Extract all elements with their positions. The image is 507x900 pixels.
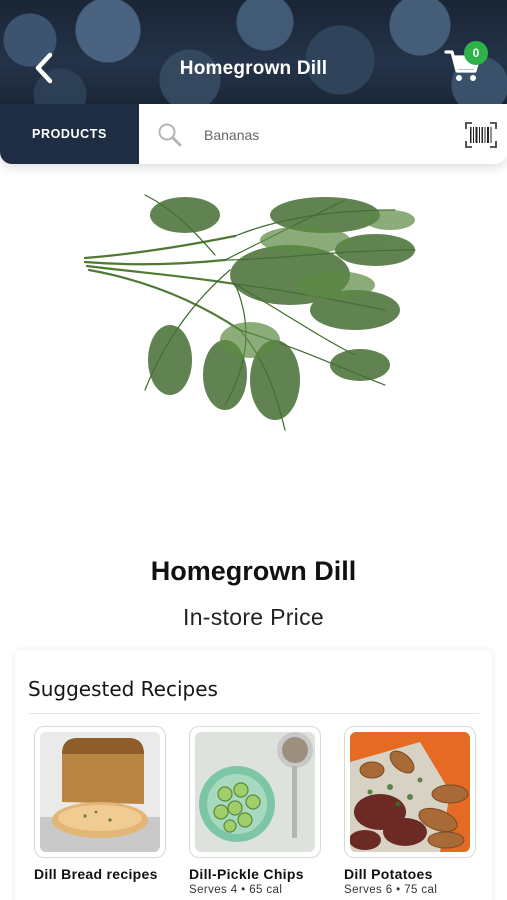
products-tab[interactable]: PRODUCTS bbox=[0, 104, 139, 164]
bread-image bbox=[40, 732, 160, 852]
recipe-thumbnail bbox=[189, 726, 321, 858]
recipe-card-dill-potatoes[interactable]: Dill Potatoes Serves 6 • 75 cal bbox=[344, 726, 478, 896]
cart-count-badge: 0 bbox=[464, 41, 488, 65]
recipe-card-dill-bread[interactable]: Dill Bread recipes bbox=[34, 726, 168, 884]
search-icon bbox=[158, 123, 182, 147]
product-image bbox=[83, 194, 416, 431]
recipe-thumbnail bbox=[34, 726, 166, 858]
product-name: Homegrown Dill bbox=[150, 556, 357, 586]
recipe-name: Dill Potatoes bbox=[344, 866, 433, 882]
recipe-meta: Serves 6 • 75 cal bbox=[344, 884, 438, 896]
pickle-chips-image bbox=[195, 732, 315, 852]
recipe-name: Dill Bread recipes bbox=[34, 866, 158, 882]
back-button[interactable] bbox=[30, 50, 60, 86]
divider bbox=[28, 713, 479, 714]
price-label: In-store Price bbox=[183, 604, 324, 630]
recipe-name: Dill-Pickle Chips bbox=[189, 866, 304, 882]
search-bar: PRODUCTS bbox=[0, 104, 507, 164]
search-input[interactable] bbox=[204, 124, 444, 146]
page-title: Homegrown Dill bbox=[179, 58, 328, 79]
recipe-thumbnail bbox=[344, 726, 476, 858]
suggested-recipes-card: Suggested Recipes Dill Bread recipes Dil… bbox=[15, 650, 492, 900]
chevron-left-icon bbox=[35, 52, 53, 84]
barcode-icon[interactable] bbox=[465, 122, 497, 148]
recipe-card-dill-pickle-chips[interactable]: Dill-Pickle Chips Serves 4 • 65 cal bbox=[189, 726, 323, 896]
potatoes-image bbox=[350, 732, 470, 852]
recipe-meta: Serves 4 • 65 cal bbox=[189, 884, 283, 896]
section-title: Suggested Recipes bbox=[28, 677, 218, 701]
app-header: Homegrown Dill 0 bbox=[0, 0, 507, 104]
